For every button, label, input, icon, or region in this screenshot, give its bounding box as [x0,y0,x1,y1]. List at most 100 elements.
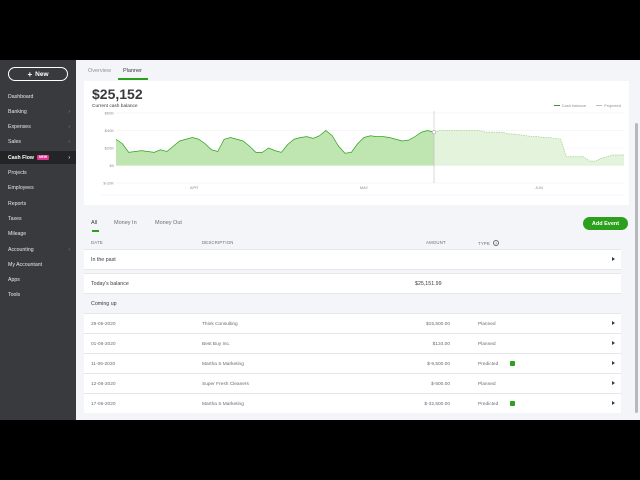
cash-balance-label: Current cash balance [92,104,138,109]
legend-cash-balance: Cash balance [553,103,587,108]
row-amount: $-32,500.00 [424,402,450,407]
chart-legend: Cash balance Projected [553,103,621,108]
sidebar-item-label: Employees [8,185,34,192]
in-the-past-label: In the past [91,257,116,263]
table-header: DATE DESCRIPTION AMOUNT TYPE? [84,235,621,249]
row-date: 29-05-2020 [91,322,116,327]
sidebar-item-label: Mileage [8,231,27,238]
legend-swatch-dashed [596,105,603,106]
row-amount: $15,500.00 [425,322,450,327]
legend-projected-label: Projected [604,103,621,108]
tab-overview[interactable]: Overview [88,68,111,74]
sidebar-item-banking[interactable]: Banking › [0,105,76,118]
sidebar-item-label: Banking [8,108,27,115]
table-row[interactable]: 29-05-2020 Think Consulting $15,500.00 Plan… [84,313,621,333]
sidebar-item-taxes[interactable]: Taxes [0,212,76,225]
sidebar-item-label: My Accountant [8,261,43,268]
caret-right-icon[interactable] [612,321,615,325]
page-tabs: Overview Planner [76,60,640,80]
app-window: + New Dashboard Banking › Expenses › Sales › Ca… [0,60,640,420]
sidebar-item-employees[interactable]: Employees [0,182,76,195]
add-event-button[interactable]: Add Event [583,217,628,230]
col-type-label: TYPE [478,241,491,246]
sidebar-item-label: Expenses [8,124,31,131]
chevron-right-icon: › [68,108,70,115]
cash-flow-chart[interactable]: $60K$40K$20K$0$-20KTODAYAPRMAYJUN [84,111,629,205]
col-date[interactable]: DATE [91,240,103,245]
sidebar-item-label: Tools [8,292,21,299]
row-type: Planned [478,382,496,387]
filter-tab-money-in[interactable]: Money In [114,220,137,226]
sidebar-item-dashboard[interactable]: Dashboard [0,90,76,103]
sidebar-item-label: Reports [8,200,27,207]
todays-balance-value: $25,151.99 [415,281,442,287]
chevron-right-icon: › [68,246,70,253]
table-row[interactable]: 12-06-2020 Super Fresh Cleaners $-500.00 Pl… [84,373,621,393]
sidebar-item-label: Apps [8,277,20,284]
y-tick-label: $20K [105,146,115,151]
row-type: Predicted [478,362,499,367]
row-description: Martha S Marketing [202,402,244,407]
sidebar-item-accounting[interactable]: Accounting › [0,243,76,256]
today-point [431,130,437,135]
sidebar-item-expenses[interactable]: Expenses › [0,121,76,134]
tab-active-indicator [118,78,148,80]
row-date: 17-06-2020 [91,402,116,407]
upcoming-events: 29-05-2020 Think Consulting $15,500.00 Plan… [84,313,621,413]
filter-tab-money-out[interactable]: Money Out [155,220,182,226]
coming-up-header: Coming up [84,293,621,313]
sidebar-item-projects[interactable]: Projects [0,167,76,180]
sidebar: + New Dashboard Banking › Expenses › Sales › Ca… [0,60,76,420]
chevron-right-icon: › [68,124,70,131]
chevron-right-icon: › [68,154,70,161]
row-type: Planned [478,342,496,347]
cash-balance-card: $25,152 Current cash balance Cash balanc… [84,81,629,205]
sidebar-item-label: Projects [8,170,27,176]
row-description: Best Buy Inc. [202,342,231,347]
sidebar-item-reports[interactable]: Reports [0,197,76,210]
main-content: Overview Planner $25,152 Current cash ba… [76,60,640,420]
table-row[interactable]: 11-06-2020 Martha S Marketing $-9,500.00 Pr… [84,353,621,373]
col-amount[interactable]: AMOUNT [426,240,446,245]
row-date: 12-06-2020 [91,382,116,387]
table-row[interactable]: 17-06-2020 Martha S Marketing $-32,500.00 P… [84,393,621,413]
cash-balance-value: $25,152 [92,86,143,102]
predicted-icon[interactable] [510,361,515,366]
row-amount: $-500.00 [431,382,450,387]
row-description: Think Consulting [202,322,238,327]
sidebar-item-apps[interactable]: Apps [0,274,76,287]
legend-cash-label: Cash balance [561,103,587,108]
filter-tab-all[interactable]: All [91,220,97,226]
sidebar-item-sales[interactable]: Sales › [0,136,76,149]
sidebar-item-tools[interactable]: Tools [0,289,76,302]
predicted-icon[interactable] [510,401,515,406]
row-amount: $134.00 [432,342,450,347]
plus-icon: + [27,69,33,79]
row-type: Planned [478,322,496,327]
row-date: 01-06-2020 [91,342,116,347]
sidebar-item-cash-flow[interactable]: Cash Flow NEW › [0,151,76,165]
sidebar-item-my-accountant[interactable]: My Accountant [0,258,76,271]
caret-right-icon [612,257,615,261]
event-filters: All Money In Money Out [76,210,640,228]
x-tick-label: APR [190,185,198,190]
sidebar-item-label: Accounting [8,246,34,253]
filter-active-indicator [92,230,99,232]
tab-planner[interactable]: Planner [123,68,142,74]
col-description[interactable]: DESCRIPTION [202,240,234,245]
todays-balance-row: Today's balance $25,151.99 [84,273,621,293]
legend-swatch-solid [553,105,560,106]
help-icon[interactable]: ? [493,240,500,246]
caret-right-icon[interactable] [612,361,615,365]
col-type[interactable]: TYPE? [478,240,500,246]
sidebar-item-mileage[interactable]: Mileage [0,228,76,241]
new-button[interactable]: + New [8,67,68,81]
sidebar-item-label: Taxes [8,215,22,222]
caret-right-icon[interactable] [612,341,615,345]
in-the-past-row[interactable]: In the past [84,249,621,269]
table-row[interactable]: 01-06-2020 Best Buy Inc. $134.00 Planned [84,333,621,353]
caret-right-icon[interactable] [612,401,615,405]
caret-right-icon[interactable] [612,381,615,385]
row-description: Martha S Marketing [202,362,244,367]
scrollbar[interactable] [635,123,638,413]
